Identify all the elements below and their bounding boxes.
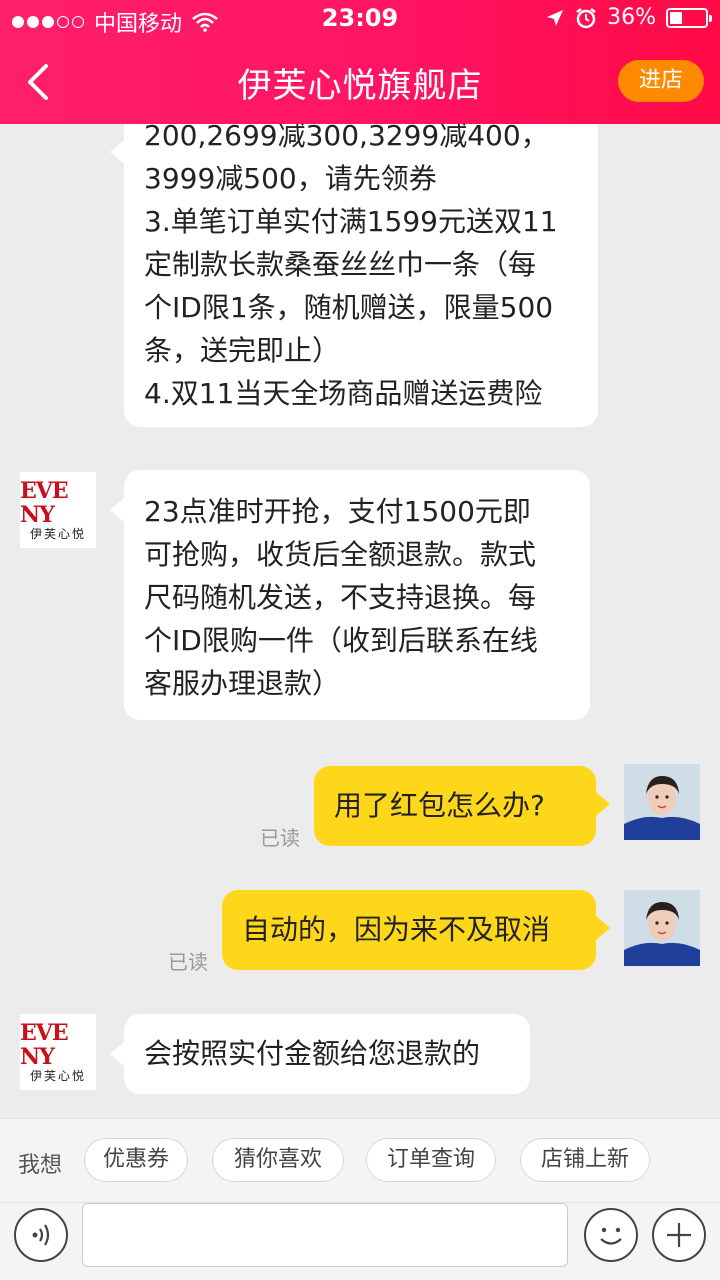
user-avatar[interactable] bbox=[624, 764, 700, 840]
page-title: 伊芙心悦旗舰店 bbox=[237, 66, 483, 106]
message-line: 条，送完即止） bbox=[144, 334, 341, 367]
store-logo-text: EVE NY bbox=[20, 478, 69, 528]
alarm-icon bbox=[576, 7, 596, 28]
store-logo-text: EVE NY bbox=[20, 1020, 69, 1070]
message-text: 用了红包怎么办? bbox=[334, 789, 545, 822]
quick-reply-bar: 我想 优惠券 猜你喜欢 订单查询 店铺上新 bbox=[0, 1118, 720, 1202]
read-status: 已读 bbox=[168, 950, 208, 974]
battery-icon bbox=[666, 7, 712, 28]
message-input[interactable] bbox=[82, 1203, 568, 1267]
message-line: 客服办理退款） bbox=[144, 667, 341, 700]
store-logo-subtext: 伊芙心悦 bbox=[29, 1069, 86, 1083]
battery-percent: 36% bbox=[607, 5, 656, 30]
message-text: 会按照实付金额给您退款的 bbox=[144, 1037, 481, 1070]
input-bar bbox=[0, 1202, 720, 1280]
header: 中国移动 23:09 36% 伊芙心悦旗舰店 进店 bbox=[0, 0, 720, 124]
message-line: 个ID限1条，随机赠送，限量500 bbox=[144, 291, 554, 324]
store-avatar[interactable]: EVE NY 伊芙心悦 bbox=[20, 472, 96, 548]
message-line: 23点准时开抢，支付1500元即 bbox=[144, 495, 531, 528]
read-status: 已读 bbox=[260, 826, 300, 850]
chip-new-arrivals[interactable]: 店铺上新 bbox=[520, 1138, 650, 1182]
voice-icon bbox=[32, 1224, 50, 1246]
message-line: 可抢购，收货后全额退款。款式 bbox=[144, 538, 537, 571]
message-line: 个ID限购一件（收到后联系在线 bbox=[144, 624, 538, 657]
user-avatar[interactable] bbox=[624, 890, 700, 966]
message-line: 尺码随机发送，不支持退换。每 bbox=[144, 581, 537, 614]
message-line: 4.双11当天全场商品赠送运费险 bbox=[144, 377, 543, 410]
status-bar: 中国移动 23:09 36% bbox=[0, 0, 720, 40]
message-bubble: 23点准时开抢，支付1500元即 可抢购，收货后全额退款。款式 尺码随机发送，不… bbox=[110, 470, 590, 720]
user-photo-icon bbox=[624, 890, 700, 966]
message-line: 定制款长款桑蚕丝丝巾一条（每 bbox=[144, 248, 537, 281]
emoji-button[interactable] bbox=[584, 1208, 638, 1262]
store-avatar[interactable]: EVE NY 伊芙心悦 bbox=[20, 1014, 96, 1090]
more-button[interactable] bbox=[652, 1208, 706, 1262]
chip-coupons[interactable]: 优惠券 bbox=[84, 1138, 188, 1182]
user-message-bubble: 用了红包怎么办? bbox=[314, 766, 610, 846]
chat-area[interactable]: 200,2699减300,3299减400， 3999减500，请先领券 3.单… bbox=[0, 124, 720, 1118]
message-bubble: 200,2699减300,3299减400， 3999减500，请先领券 3.单… bbox=[110, 124, 598, 427]
message-text: 自动的，因为来不及取消 bbox=[242, 913, 551, 946]
user-message-bubble: 自动的，因为来不及取消 bbox=[222, 890, 610, 970]
nav-bar: 伊芙心悦旗舰店 进店 bbox=[0, 40, 720, 124]
emoji-icon bbox=[600, 1227, 622, 1245]
quick-reply-label: 我想 bbox=[18, 1153, 63, 1178]
user-photo-icon bbox=[624, 764, 700, 840]
message-line: 3999减500，请先领券 bbox=[144, 162, 437, 195]
battery-fill bbox=[670, 11, 683, 24]
message-line: 200,2699减300,3299减400， bbox=[144, 124, 549, 152]
message-bubble: 会按照实付金额给您退款的 bbox=[110, 1014, 530, 1094]
plus-icon bbox=[667, 1223, 691, 1247]
enter-store-button[interactable]: 进店 bbox=[618, 60, 704, 102]
voice-button[interactable] bbox=[14, 1208, 68, 1262]
store-logo-subtext: 伊芙心悦 bbox=[29, 527, 86, 541]
message-line: 3.单笔订单实付满1599元送双11 bbox=[144, 205, 558, 238]
location-icon bbox=[547, 9, 564, 26]
chip-recommendations[interactable]: 猜你喜欢 bbox=[212, 1138, 344, 1182]
chip-order-lookup[interactable]: 订单查询 bbox=[366, 1138, 496, 1182]
